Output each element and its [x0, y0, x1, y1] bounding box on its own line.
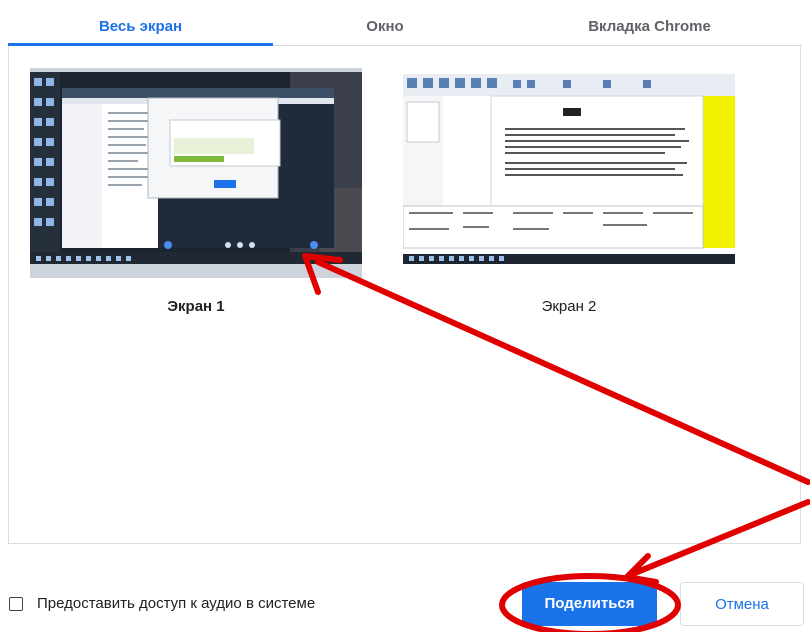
share-audio-checkbox[interactable] [9, 597, 23, 611]
screen-1-caption: Экран 1 [167, 298, 225, 315]
source-tabs: Весь экран Окно Вкладка Chrome [0, 0, 810, 46]
screen-1-preview-image [30, 68, 362, 278]
share-audio-label: Предоставить доступ к аудио в системе [37, 595, 316, 612]
screen-2-caption: Экран 2 [541, 298, 597, 315]
tab-entire-screen[interactable]: Весь экран [8, 0, 273, 44]
annotation-arrowhead-share [624, 553, 659, 585]
share-button[interactable]: Поделиться [522, 582, 657, 626]
screen-option-2[interactable]: Экран 2 [403, 68, 735, 318]
screen-option-1[interactable]: Экран 1 [30, 68, 362, 318]
tab-chrome-tab[interactable]: Вкладка Chrome [497, 0, 802, 44]
screen-2-thumbnail [403, 68, 735, 268]
cancel-button[interactable]: Отмена [680, 582, 804, 626]
tab-window[interactable]: Окно [273, 0, 497, 44]
screen-1-thumbnail [30, 68, 362, 278]
screen-2-preview-image [403, 68, 735, 268]
